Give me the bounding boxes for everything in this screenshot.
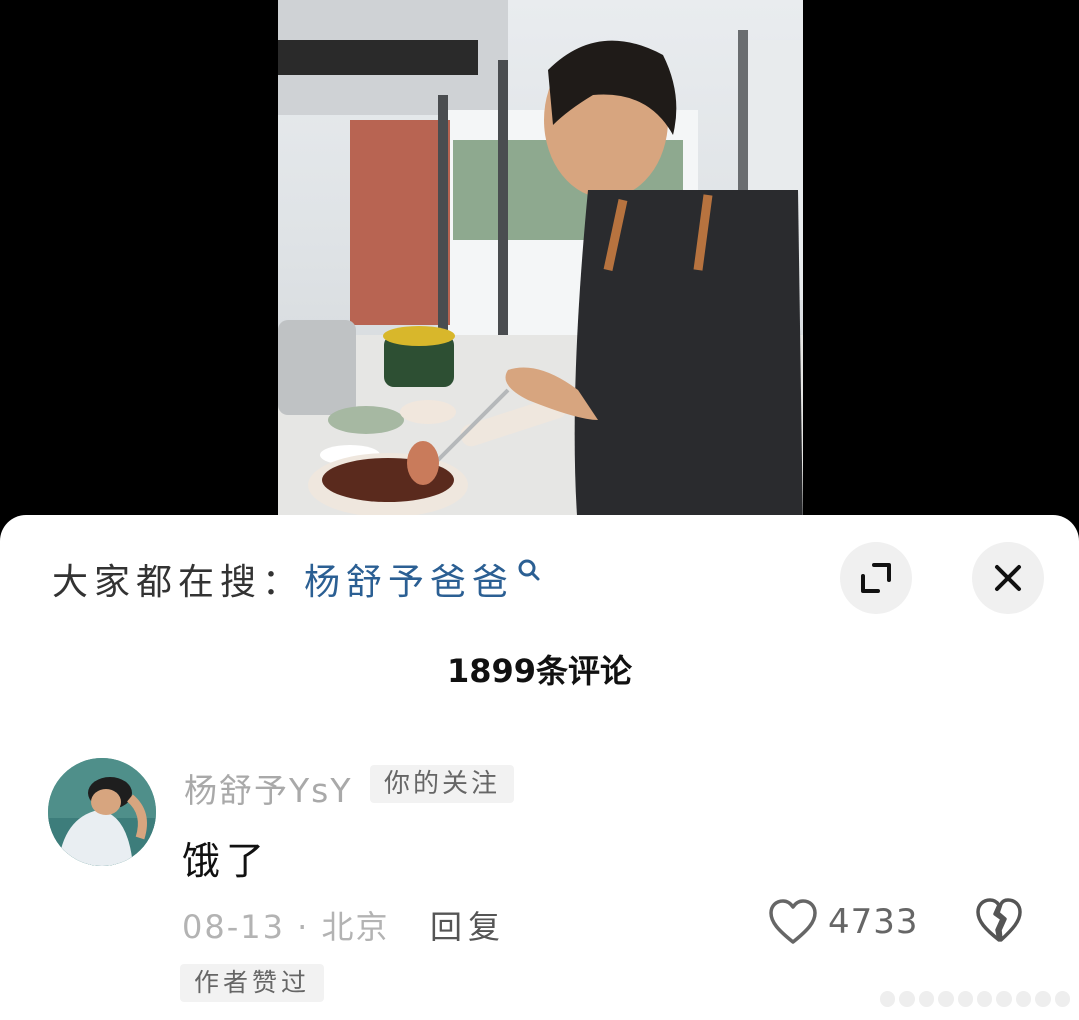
heart-icon (769, 899, 817, 944)
comment-username[interactable]: 杨舒予YsY (184, 764, 353, 812)
avatar-image (48, 758, 156, 866)
trending-search[interactable]: 大家都在搜： 杨舒予爸爸 (52, 554, 542, 604)
author-liked-badge: 作者赞过 (180, 964, 325, 1002)
like-button[interactable]: 4733 (768, 896, 919, 948)
broken-heart-icon (976, 898, 1022, 942)
comment-count: 1899条评论 (446, 652, 633, 690)
dislike-button[interactable] (975, 897, 1023, 945)
video-photo[interactable] (278, 0, 803, 530)
expand-button[interactable] (840, 542, 912, 614)
expand-icon (861, 563, 891, 593)
reply-button[interactable]: 回复 (430, 902, 506, 948)
trending-prefix: 大家都在搜： (52, 562, 305, 603)
home-indicator (880, 990, 1071, 1008)
comment-text: 饿了 (182, 839, 271, 883)
like-count: 4733 (828, 902, 919, 942)
trending-keyword[interactable]: 杨舒予爸爸 (304, 553, 514, 605)
close-button[interactable] (972, 542, 1044, 614)
cooking-scene-image (278, 0, 803, 530)
close-icon (995, 565, 1021, 591)
comment-date-location: 08-13 · 北京 (182, 908, 390, 946)
avatar[interactable] (48, 758, 156, 866)
following-badge: 你的关注 (370, 765, 515, 803)
search-icon[interactable] (516, 557, 542, 583)
